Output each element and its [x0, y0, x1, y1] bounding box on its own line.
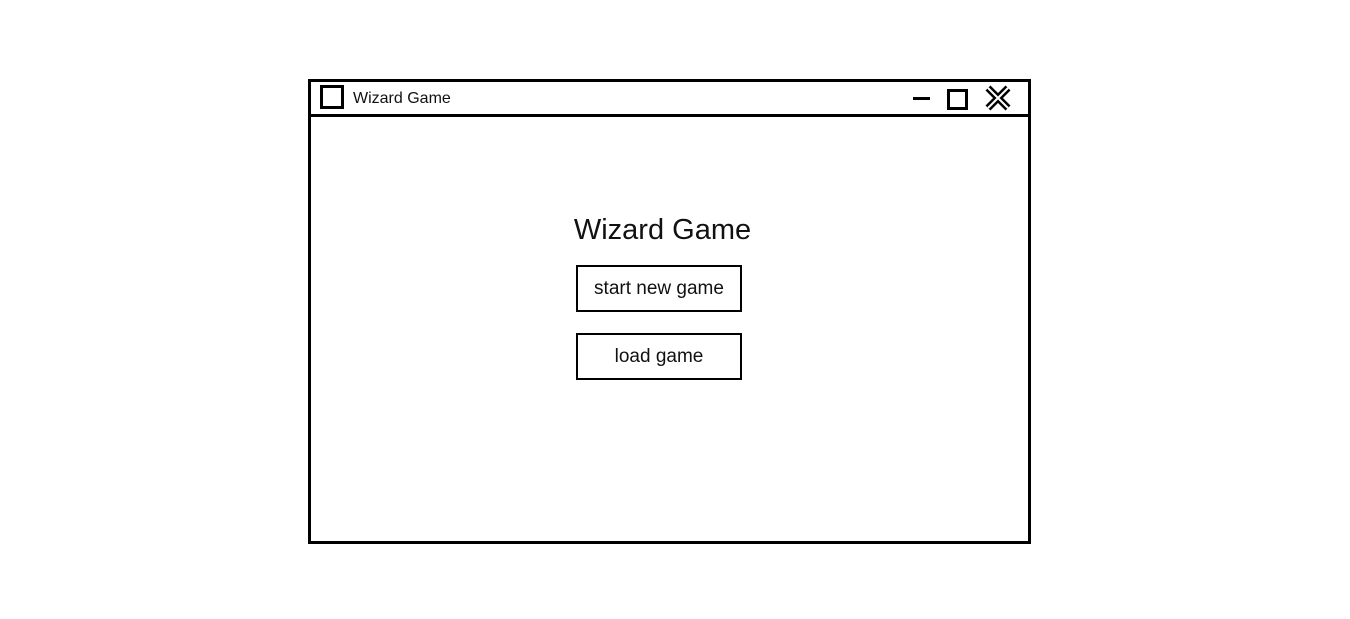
- start-new-game-button[interactable]: start new game: [576, 265, 742, 312]
- close-button[interactable]: [983, 82, 1013, 114]
- game-title: Wizard Game: [573, 214, 752, 246]
- maximize-button[interactable]: [943, 82, 969, 114]
- minimize-icon: [913, 97, 930, 100]
- close-icon: [985, 85, 1011, 111]
- minimize-button[interactable]: [909, 82, 935, 114]
- maximize-icon: [947, 89, 968, 110]
- title-bar[interactable]: Wizard Game: [311, 82, 1028, 117]
- app-window: Wizard Game Wizard Game start new game l…: [308, 79, 1031, 544]
- window-title: Wizard Game: [353, 90, 451, 107]
- app-icon: [320, 85, 344, 109]
- load-game-button[interactable]: load game: [576, 333, 742, 380]
